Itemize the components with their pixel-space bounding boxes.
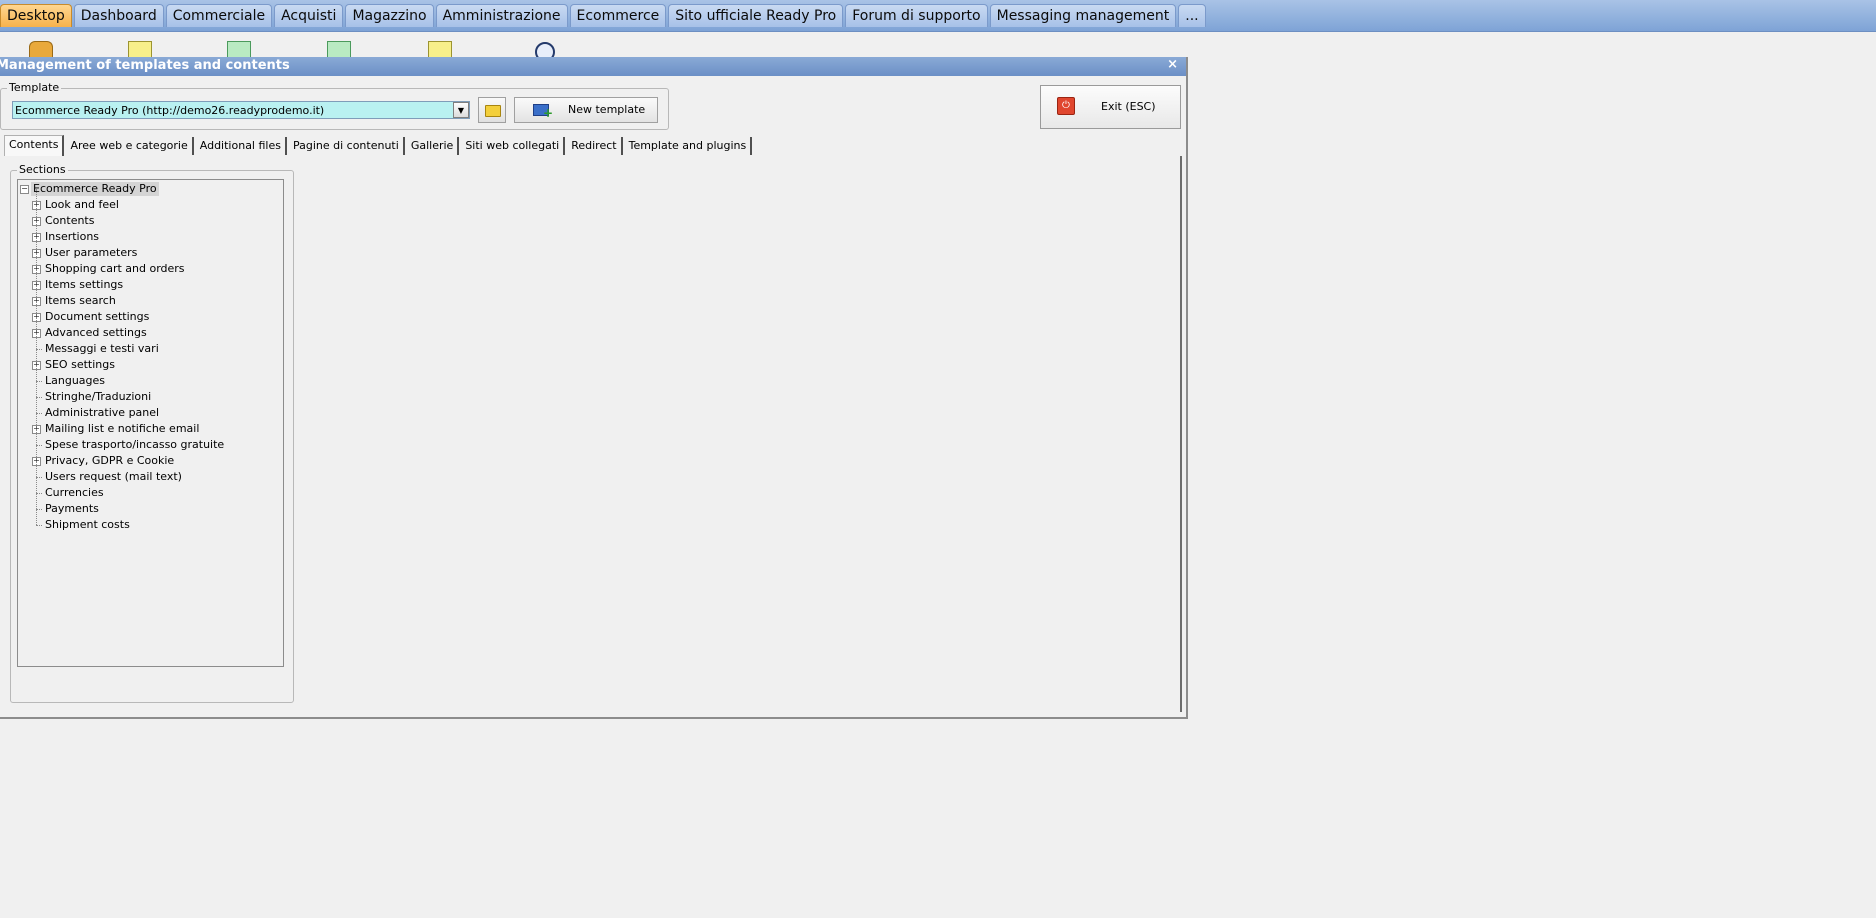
desktop-document-icon[interactable] xyxy=(128,41,152,58)
tree-item[interactable]: + Insertions xyxy=(32,221,224,245)
tab-template-plugins[interactable]: Template and plugins xyxy=(625,137,753,155)
desktop-shortcut-icon[interactable] xyxy=(29,41,53,58)
template-select[interactable]: Ecommerce Ready Pro (http://demo26.ready… xyxy=(12,101,470,119)
tree-item[interactable]: Spese trasporto/incasso gratuite xyxy=(32,429,225,453)
tab-pagine-contenuti[interactable]: Pagine di contenuti xyxy=(289,137,405,155)
tab-siti-collegati[interactable]: Siti web collegati xyxy=(461,137,566,155)
sections-group-label: Sections xyxy=(17,163,68,176)
top-tab-messaging[interactable]: Messaging management xyxy=(989,4,1177,27)
close-icon[interactable]: × xyxy=(1167,57,1178,72)
tree-item[interactable]: Messaggi e testi vari xyxy=(32,333,224,357)
tree-root-label: Ecommerce Ready Pro xyxy=(31,182,159,196)
tree-connector xyxy=(36,525,42,526)
tree-item[interactable]: Administrative panel xyxy=(32,397,224,421)
tree-item[interactable]: + Look and feel xyxy=(32,189,224,213)
tab-additional-files[interactable]: Additional files xyxy=(196,137,287,155)
tree-item-label: SEO settings xyxy=(45,358,115,371)
top-tab-commerciale[interactable]: Commerciale xyxy=(165,4,273,27)
window-titlebar[interactable]: Management of templates and contents × xyxy=(0,57,1186,76)
sections-tree[interactable]: − Ecommerce Ready Pro + Look and feel + Cont… xyxy=(17,179,284,667)
chevron-down-icon[interactable]: ▼ xyxy=(453,102,469,118)
desktop-document-icon[interactable] xyxy=(227,41,251,58)
tree-item[interactable]: + Document settings xyxy=(32,301,224,325)
top-tab-bar: Desktop Dashboard Commerciale Acquisti M… xyxy=(0,0,1876,32)
tree-item[interactable]: + Shopping cart and orders xyxy=(32,253,224,277)
tree-item-label: User parameters xyxy=(45,246,138,259)
tree-item[interactable]: + Items settings xyxy=(32,269,224,293)
tree-item-label: Document settings xyxy=(45,310,150,323)
tree-item-label: Stringhe/Traduzioni xyxy=(45,390,152,403)
tree-item[interactable]: Languages xyxy=(32,365,224,389)
tree-item[interactable]: + SEO settings xyxy=(32,349,224,373)
tree-item[interactable]: + User parameters xyxy=(32,237,224,261)
top-tab-desktop[interactable]: Desktop xyxy=(0,4,72,27)
exit-button[interactable]: ⏻ Exit (ESC) xyxy=(1040,85,1181,129)
tree-items: + Look and feel + Contents + Insertions + User … xyxy=(32,189,225,533)
desktop-document-icon[interactable] xyxy=(428,41,452,58)
tree-item[interactable]: Shipment costs xyxy=(32,509,224,533)
tree-item-label: Messaggi e testi vari xyxy=(45,342,159,355)
tab-aree-web[interactable]: Aree web e categorie xyxy=(66,137,194,155)
top-tab-more[interactable]: ... xyxy=(1178,4,1206,27)
tree-item-label: Currencies xyxy=(45,486,104,499)
content-tabs: Contents Aree web e categorie Additional… xyxy=(4,135,754,157)
tree-item-label: Items settings xyxy=(45,278,124,291)
tree-item-label: Languages xyxy=(45,374,106,387)
tree-item[interactable]: + Items search xyxy=(32,285,224,309)
tab-gallerie[interactable]: Gallerie xyxy=(407,137,460,155)
top-tab-sito-ufficiale[interactable]: Sito ufficiale Ready Pro xyxy=(668,4,844,27)
top-tab-acquisti[interactable]: Acquisti xyxy=(274,4,344,27)
desktop-document-icon[interactable] xyxy=(327,41,351,58)
tree-item-label: Spese trasporto/incasso gratuite xyxy=(45,438,225,451)
tree-root[interactable]: − Ecommerce Ready Pro xyxy=(20,182,159,196)
tree-item[interactable]: + Contents xyxy=(32,205,224,229)
top-tab-forum[interactable]: Forum di supporto xyxy=(845,4,988,27)
tree-item-label: Look and feel xyxy=(45,198,119,211)
tree-item-label: Privacy, GDPR e Cookie xyxy=(45,454,175,467)
tree-item[interactable]: Payments xyxy=(32,493,224,517)
top-tab-amministrazione[interactable]: Amministrazione xyxy=(435,4,568,27)
tree-item[interactable]: Currencies xyxy=(32,477,224,501)
tree-item[interactable]: + Privacy, GDPR e Cookie xyxy=(32,445,224,469)
tab-contents[interactable]: Contents xyxy=(4,135,65,156)
tree-item-label: Mailing list e notifiche email xyxy=(45,422,200,435)
tree-item-label: Payments xyxy=(45,502,99,515)
tree-item-label: Contents xyxy=(45,214,95,227)
power-icon: ⏻ xyxy=(1057,97,1075,115)
top-tab-dashboard[interactable]: Dashboard xyxy=(73,4,164,27)
tree-item[interactable]: + Mailing list e notifiche email xyxy=(32,413,224,437)
tree-item[interactable]: + Advanced settings xyxy=(32,317,224,341)
exit-label: Exit (ESC) xyxy=(1101,100,1156,113)
collapse-icon[interactable]: − xyxy=(20,185,29,194)
window-title: Management of templates and contents xyxy=(0,58,290,73)
tree-item[interactable]: Stringhe/Traduzioni xyxy=(32,381,224,405)
tree-item-label: Items search xyxy=(45,294,116,307)
top-tab-magazzino[interactable]: Magazzino xyxy=(345,4,434,27)
tab-redirect[interactable]: Redirect xyxy=(567,137,623,155)
tree-item-label: Shopping cart and orders xyxy=(45,262,185,275)
template-group-label: Template xyxy=(7,81,62,94)
new-template-button[interactable]: + New template xyxy=(514,97,658,123)
tree-item-label: Advanced settings xyxy=(45,326,147,339)
tree-item-label: Administrative panel xyxy=(45,406,160,419)
top-tabs: Desktop Dashboard Commerciale Acquisti M… xyxy=(0,4,1208,28)
tree-item-label: Insertions xyxy=(45,230,100,243)
tree-item-label: Users request (mail text) xyxy=(45,470,182,483)
open-folder-button[interactable] xyxy=(478,97,506,123)
tree-item[interactable]: Users request (mail text) xyxy=(32,461,224,485)
tree-item-label: Shipment costs xyxy=(45,518,130,531)
top-tab-ecommerce[interactable]: Ecommerce xyxy=(569,4,667,27)
plus-icon: + xyxy=(543,106,554,120)
folder-icon xyxy=(485,105,501,117)
new-template-label: New template xyxy=(568,103,646,116)
